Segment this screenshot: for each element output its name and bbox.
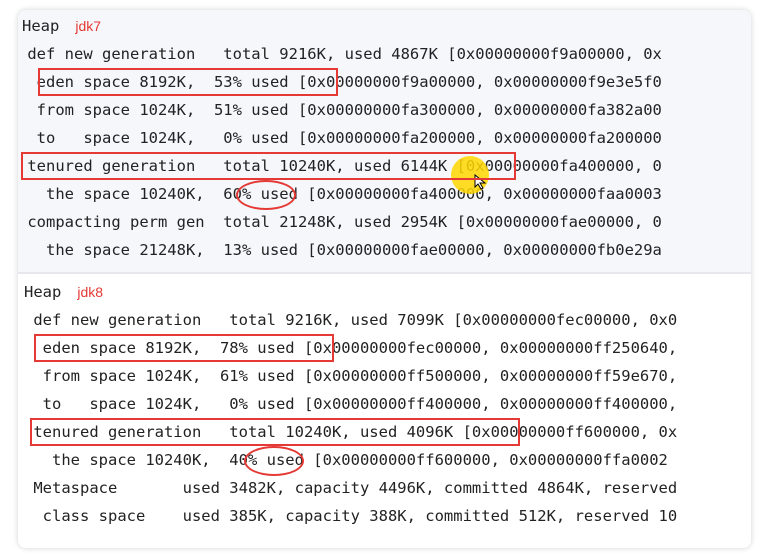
jdk7-heap-panel: Heap jdk7 def new generation total 9216K,… bbox=[18, 10, 751, 272]
tenured-usage-annotation-box bbox=[21, 152, 516, 180]
jdk8-line-to-space: to space 1024K, 0% used [0x00000000ff400… bbox=[24, 395, 678, 413]
jdk8-heading: Heap jdk8 bbox=[24, 278, 103, 306]
screenshot-card: Heap jdk7 def new generation total 9216K,… bbox=[18, 10, 751, 548]
jdk7-version-tag: jdk7 bbox=[75, 18, 102, 34]
jdk7-line-compacting-perm-gen: compacting perm gen total 21248K, used 2… bbox=[18, 213, 662, 231]
jdk7-line-to-space: to space 1024K, 0% used [0x00000000fa200… bbox=[18, 129, 662, 147]
eden-usage-annotation-box bbox=[34, 334, 334, 362]
jdk7-line-tenured-space: the space 10240K, 60% used [0x00000000fa… bbox=[18, 185, 662, 203]
jdk7-line-def-new-generation: def new generation total 9216K, used 486… bbox=[18, 45, 662, 63]
jdk7-heading: Heap jdk7 bbox=[22, 12, 101, 40]
tenured-usage-annotation-box bbox=[30, 418, 520, 446]
jdk7-line-from-space: from space 1024K, 51% used [0x00000000fa… bbox=[18, 101, 662, 119]
jdk7-heap-label: Heap bbox=[22, 17, 60, 35]
jdk8-heap-label: Heap bbox=[24, 283, 62, 301]
tenured-percent-annotation-circle bbox=[236, 180, 296, 210]
jdk8-line-tenured-space: the space 10240K, 40% used [0x00000000ff… bbox=[24, 451, 668, 469]
jdk8-line-def-new-generation: def new generation total 9216K, used 709… bbox=[24, 311, 678, 329]
jdk8-heap-panel: Heap jdk8 def new generation total 9216K,… bbox=[18, 274, 751, 548]
jdk7-line-perm-space: the space 21248K, 13% used [0x00000000fa… bbox=[18, 241, 662, 259]
jdk8-line-from-space: from space 1024K, 61% used [0x00000000ff… bbox=[24, 367, 678, 385]
jdk8-line-class-space: class space used 385K, capacity 388K, co… bbox=[24, 507, 678, 525]
jdk8-line-metaspace: Metaspace used 3482K, capacity 4496K, co… bbox=[24, 479, 678, 497]
eden-usage-annotation-box bbox=[38, 68, 338, 96]
jdk8-version-tag: jdk8 bbox=[77, 284, 104, 300]
tenured-percent-annotation-circle bbox=[244, 446, 304, 476]
